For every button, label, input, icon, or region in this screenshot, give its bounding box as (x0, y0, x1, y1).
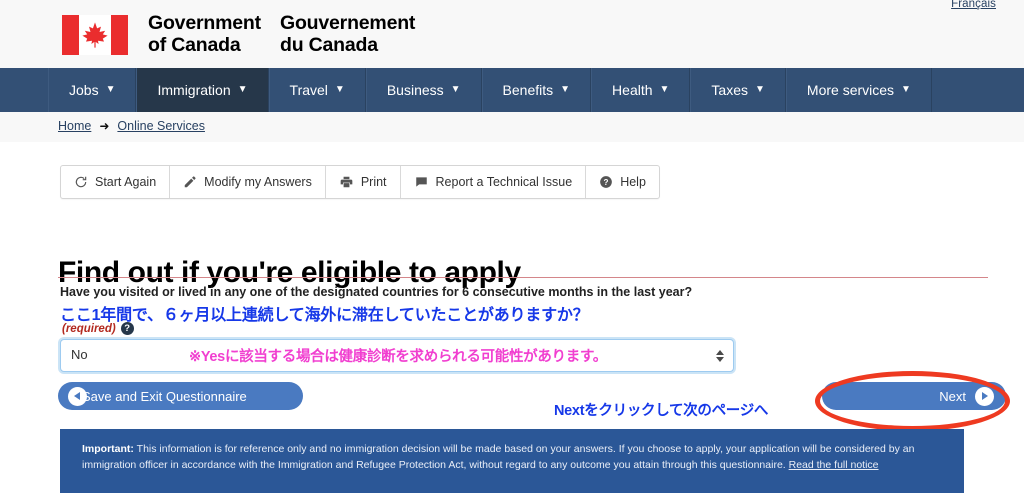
nav-item-taxes-label: Taxes (711, 82, 748, 98)
required-indicator: (required) ? (62, 322, 134, 335)
help-button[interactable]: ? Help (586, 166, 659, 198)
chevron-down-icon: ▼ (560, 85, 570, 95)
start-again-label: Start Again (95, 175, 156, 189)
breadcrumb: Home ➜ Online Services (0, 112, 1024, 140)
pencil-icon (183, 175, 197, 189)
breadcrumb-item-home[interactable]: Home (58, 119, 91, 133)
select-annotation-japanese: ※Yesに該当する場合は健康診断を求められる可能性があります。 (189, 345, 607, 366)
required-label: (required) (62, 323, 116, 335)
read-full-notice-link[interactable]: Read the full notice (789, 459, 879, 471)
nav-item-travel-label: Travel (290, 82, 328, 98)
stepper-up-icon (716, 350, 724, 355)
wordmark-english-line1: Government (148, 12, 261, 34)
eligibility-select[interactable]: No ※Yesに該当する場合は健康診断を求められる可能性があります。 (60, 339, 734, 372)
stepper-down-icon (716, 357, 724, 362)
breadcrumb-arrow-icon: ➜ (99, 119, 109, 133)
maple-leaf-icon (80, 20, 110, 50)
wordmark-english: Government of Canada (148, 12, 261, 56)
wordmark-french: Gouvernement du Canada (280, 12, 415, 56)
chevron-down-icon: ▼ (238, 85, 248, 95)
nav-item-taxes[interactable]: Taxes ▼ (690, 68, 785, 112)
save-and-exit-button[interactable]: Save and Exit Questionnaire (58, 382, 303, 410)
wordmark-french-line2: du Canada (280, 34, 415, 56)
arrow-right-circle-icon (975, 387, 994, 406)
question-annotation-japanese: ここ1年間で、６ヶ月以上連続して海外に滞在していたことがありますか？ (60, 301, 589, 325)
chevron-down-icon: ▼ (660, 85, 670, 95)
flag-left-bar (62, 15, 79, 55)
nav-item-immigration-label: Immigration (157, 82, 230, 98)
wordmark-french-line1: Gouvernement (280, 12, 415, 34)
nav-left-spacer (0, 68, 48, 112)
select-stepper-arrows[interactable] (716, 350, 724, 362)
arrow-left-circle-icon (68, 387, 87, 406)
title-divider (58, 277, 988, 278)
modify-answers-button[interactable]: Modify my Answers (170, 166, 326, 198)
nav-item-health[interactable]: Health ▼ (591, 68, 690, 112)
nav-item-business[interactable]: Business ▼ (366, 68, 482, 112)
save-and-exit-label: Save and Exit Questionnaire (82, 389, 247, 404)
chevron-down-icon: ▼ (755, 85, 765, 95)
question-circle-icon: ? (599, 175, 613, 189)
refresh-icon (74, 175, 88, 189)
questionnaire-toolbar: Start Again Modify my Answers Print Repo… (60, 165, 660, 199)
chevron-down-icon: ▼ (335, 85, 345, 95)
nav-item-jobs[interactable]: Jobs ▼ (48, 68, 136, 112)
print-label: Print (361, 175, 387, 189)
next-label: Next (939, 389, 966, 404)
main-navigation: Jobs ▼ Immigration ▼ Travel ▼ Business ▼… (0, 68, 1024, 112)
important-notice: Important: This information is for refer… (60, 429, 964, 493)
page-root: Français Government of Canada Gouverneme… (0, 0, 1024, 502)
language-toggle-link[interactable]: Français (951, 0, 996, 10)
nav-item-benefits-label: Benefits (503, 82, 554, 98)
flag-right-bar (111, 15, 128, 55)
next-annotation-japanese: Nextをクリックして次のページへ (554, 399, 768, 420)
nav-item-health-label: Health (612, 82, 652, 98)
print-button[interactable]: Print (326, 166, 401, 198)
report-issue-label: Report a Technical Issue (436, 175, 573, 189)
nav-item-travel[interactable]: Travel ▼ (269, 68, 366, 112)
important-notice-label: Important: (82, 443, 134, 455)
nav-item-benefits[interactable]: Benefits ▼ (482, 68, 592, 112)
help-label: Help (620, 175, 646, 189)
eligibility-select-value: No (71, 347, 88, 362)
canada-flag-icon (62, 15, 128, 55)
printer-icon (339, 175, 354, 189)
nav-item-immigration[interactable]: Immigration ▼ (136, 68, 268, 112)
question-help-icon[interactable]: ? (121, 322, 134, 335)
nav-item-more-services[interactable]: More services ▼ (786, 68, 932, 112)
start-again-button[interactable]: Start Again (61, 166, 170, 198)
modify-answers-label: Modify my Answers (204, 175, 312, 189)
svg-text:?: ? (604, 178, 609, 187)
report-issue-button[interactable]: Report a Technical Issue (401, 166, 587, 198)
nav-item-business-label: Business (387, 82, 444, 98)
wordmark-english-line2: of Canada (148, 34, 261, 56)
question-text-english: Have you visited or lived in any one of … (60, 285, 692, 299)
nav-item-more-services-label: More services (807, 82, 894, 98)
brand-header: Français Government of Canada Gouverneme… (0, 0, 1024, 68)
chevron-down-icon: ▼ (451, 85, 461, 95)
speech-bubble-icon (414, 175, 429, 189)
nav-item-jobs-label: Jobs (69, 82, 99, 98)
next-button[interactable]: Next (822, 382, 1006, 410)
chevron-down-icon: ▼ (106, 85, 116, 95)
chevron-down-icon: ▼ (901, 85, 911, 95)
breadcrumb-item-online-services[interactable]: Online Services (117, 119, 205, 133)
